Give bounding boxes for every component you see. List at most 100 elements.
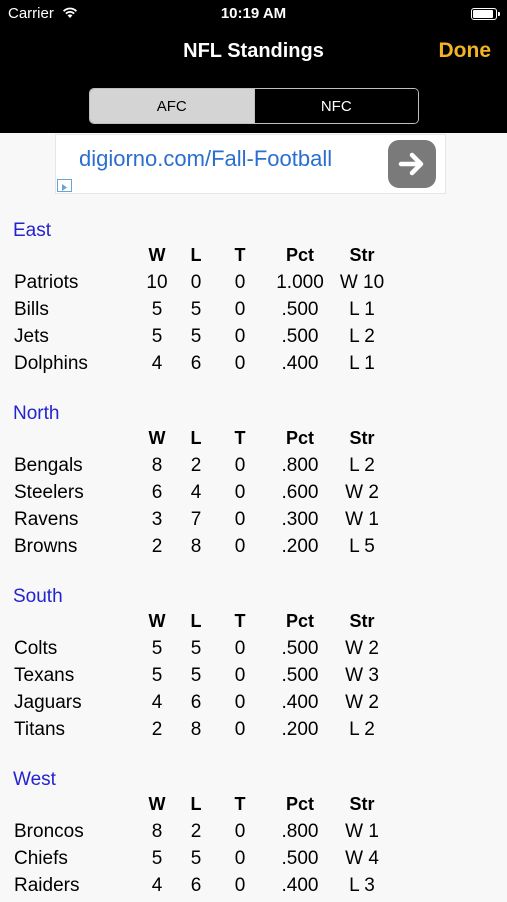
cell-w: 6 — [151, 482, 163, 503]
table-row[interactable]: Steelers 6 4 0 .600 W 2 — [0, 482, 507, 509]
cell-l: 8 — [190, 536, 202, 557]
cell-l: 4 — [190, 482, 202, 503]
cell-t: 0 — [234, 875, 246, 896]
cell-w: 5 — [151, 848, 163, 869]
cell-t: 0 — [234, 536, 246, 557]
cell-team: Jaguars — [14, 692, 82, 713]
cell-team: Titans — [14, 719, 66, 740]
cell-t: 0 — [234, 326, 246, 347]
column-header-w: W — [148, 611, 166, 631]
cell-team: Broncos — [14, 821, 84, 842]
ad-link-text[interactable]: digiorno.com/Fall-Football — [79, 146, 332, 172]
cell-l: 5 — [190, 326, 202, 347]
column-header-pct: Pct — [285, 611, 314, 631]
cell-pct: .500 — [281, 848, 319, 869]
table-row[interactable]: Patriots 10 0 0 1.000 W 10 — [0, 272, 507, 299]
column-header-l: L — [190, 428, 202, 448]
table-row[interactable]: Ravens 3 7 0 .300 W 1 — [0, 509, 507, 536]
cell-w: 4 — [151, 353, 163, 374]
table-row[interactable]: Dolphins 4 6 0 .400 L 1 — [0, 353, 507, 380]
cell-str: L 1 — [349, 353, 375, 374]
cell-l: 6 — [190, 353, 202, 374]
cell-str: W 10 — [339, 272, 385, 293]
cell-t: 0 — [234, 509, 246, 530]
column-header-pct: Pct — [285, 794, 314, 814]
cell-team: Raiders — [14, 875, 80, 896]
column-header-str: Str — [349, 611, 375, 631]
column-header-w: W — [148, 428, 166, 448]
status-bar: Carrier 10:19 AM — [0, 0, 507, 28]
status-time: 10:19 AM — [220, 5, 287, 22]
cell-t: 0 — [234, 455, 246, 476]
column-header-str: Str — [349, 428, 375, 448]
cell-w: 2 — [151, 719, 163, 740]
cell-w: 4 — [151, 692, 163, 713]
table-row[interactable]: Bills 5 5 0 .500 L 1 — [0, 299, 507, 326]
table-row[interactable]: Texans 5 5 0 .500 W 3 — [0, 665, 507, 692]
cell-t: 0 — [234, 665, 246, 686]
cell-pct: 1.000 — [276, 272, 324, 293]
column-header-row: W L T Pct Str — [0, 245, 507, 272]
cell-pct: .400 — [281, 692, 319, 713]
cell-w: 2 — [151, 536, 163, 557]
division-title: South — [13, 586, 63, 607]
column-header-l: L — [190, 794, 202, 814]
ad-info-icon[interactable] — [57, 179, 72, 192]
column-header-t: T — [234, 794, 246, 814]
cell-w: 5 — [151, 326, 163, 347]
cell-pct: .500 — [281, 665, 319, 686]
table-row[interactable]: Titans 2 8 0 .200 L 2 — [0, 719, 507, 746]
column-header-pct: Pct — [285, 245, 314, 265]
table-row[interactable]: Chiefs 5 5 0 .500 W 4 — [0, 848, 507, 875]
cell-t: 0 — [234, 692, 246, 713]
segment-nfc[interactable]: NFC — [253, 89, 418, 123]
arrow-right-icon[interactable] — [388, 140, 436, 188]
column-header-pct: Pct — [285, 428, 314, 448]
cell-w: 5 — [151, 665, 163, 686]
column-header-row: W L T Pct Str — [0, 428, 507, 455]
column-header-l: L — [190, 245, 202, 265]
cell-str: L 3 — [349, 875, 375, 896]
done-button[interactable]: Done — [439, 39, 492, 63]
cell-str: L 2 — [349, 719, 375, 740]
table-row[interactable]: Broncos 8 2 0 .800 W 1 — [0, 821, 507, 848]
column-header-row: W L T Pct Str — [0, 794, 507, 821]
cell-str: W 2 — [345, 692, 379, 713]
table-row[interactable]: Bengals 8 2 0 .800 L 2 — [0, 455, 507, 482]
cell-team: Bengals — [14, 455, 83, 476]
table-row[interactable]: Colts 5 5 0 .500 W 2 — [0, 638, 507, 665]
cell-str: W 1 — [345, 509, 379, 530]
cell-t: 0 — [234, 719, 246, 740]
cell-team: Jets — [14, 326, 49, 347]
cell-team: Ravens — [14, 509, 79, 530]
cell-pct: .400 — [281, 353, 319, 374]
cell-w: 8 — [151, 455, 163, 476]
cell-pct: .500 — [281, 638, 319, 659]
cell-team: Texans — [14, 665, 75, 686]
cell-team: Patriots — [14, 272, 79, 293]
cell-team: Steelers — [14, 482, 84, 503]
cell-l: 0 — [190, 272, 202, 293]
cell-w: 8 — [151, 821, 163, 842]
column-header-w: W — [148, 245, 166, 265]
cell-l: 8 — [190, 719, 202, 740]
cell-l: 6 — [190, 692, 202, 713]
cell-w: 3 — [151, 509, 163, 530]
cell-team: Chiefs — [14, 848, 68, 869]
cell-l: 7 — [190, 509, 202, 530]
cell-t: 0 — [234, 272, 246, 293]
cell-w: 4 — [151, 875, 163, 896]
table-row[interactable]: Raiders 4 6 0 .400 L 3 — [0, 875, 507, 902]
segment-afc[interactable]: AFC — [90, 89, 254, 123]
cell-l: 5 — [190, 848, 202, 869]
table-row[interactable]: Browns 2 8 0 .200 L 5 — [0, 536, 507, 563]
division-title: East — [13, 220, 52, 241]
table-row[interactable]: Jaguars 4 6 0 .400 W 2 — [0, 692, 507, 719]
cell-t: 0 — [234, 482, 246, 503]
cell-t: 0 — [234, 638, 246, 659]
ad-banner[interactable]: digiorno.com/Fall-Football — [55, 134, 446, 194]
table-row[interactable]: Jets 5 5 0 .500 L 2 — [0, 326, 507, 353]
cell-l: 5 — [190, 299, 202, 320]
column-header-row: W L T Pct Str — [0, 611, 507, 638]
division-title: West — [13, 769, 56, 790]
